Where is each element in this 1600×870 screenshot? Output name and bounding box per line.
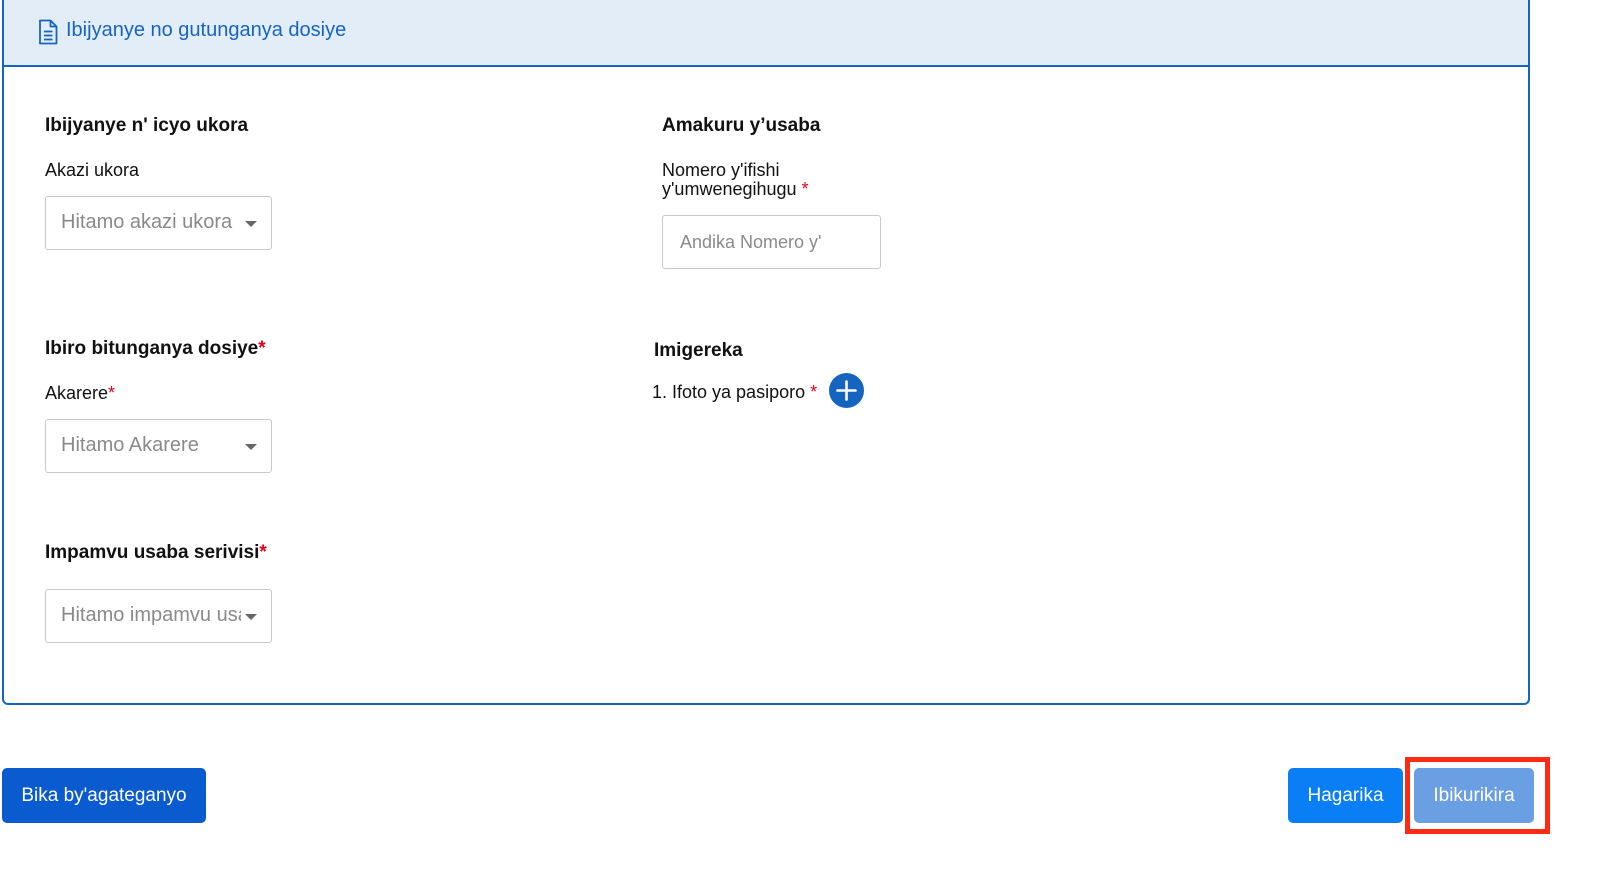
cancel-button[interactable]: Hagarika	[1288, 768, 1403, 823]
reason-select[interactable]: Hitamo impamvu usaba serivisi	[45, 589, 272, 643]
card-header: Ibijyanye no gutunganya dosiye	[4, 0, 1528, 67]
required-marker: *	[801, 179, 809, 199]
reason-select-placeholder: Hitamo impamvu usaba serivisi	[61, 604, 241, 626]
district-select-placeholder: Hitamo Akarere	[61, 434, 199, 456]
job-select[interactable]: Hitamo akazi ukora	[45, 196, 272, 250]
save-draft-button[interactable]: Bika by'agateganyo	[2, 768, 206, 823]
attachments-section-title: Imigereka	[654, 340, 743, 361]
office-section-title: Ibiro bitunganya dosiye*	[45, 338, 266, 360]
attachment-item-label: 1. Ifoto ya pasiporo	[652, 382, 806, 402]
required-marker: *	[259, 542, 267, 563]
job-select-placeholder: Hitamo akazi ukora	[61, 211, 233, 233]
national-id-input[interactable]	[662, 215, 881, 269]
district-label: Akarere*	[45, 384, 115, 403]
national-id-label: Nomero y'ifishi y'umwenegihugu *	[662, 161, 809, 199]
required-marker: *	[258, 338, 266, 359]
attachment-item-passport-photo: 1. Ifoto ya pasiporo *	[652, 382, 817, 403]
required-marker: *	[810, 382, 818, 402]
card-title: Ibijyanye no gutunganya dosiye	[66, 19, 347, 41]
district-label-text: Akarere	[45, 383, 109, 403]
national-id-label-line1: Nomero y'ifishi	[662, 160, 780, 180]
job-label: Akazi ukora	[45, 160, 140, 180]
applicant-section-title: Amakuru y’usaba	[662, 115, 821, 136]
document-icon	[39, 19, 58, 45]
add-attachment-button[interactable]	[829, 373, 864, 408]
reason-section-title-text: Impamvu usaba serivisi	[45, 542, 260, 563]
chevron-down-icon	[245, 221, 257, 227]
chevron-down-icon	[245, 444, 257, 450]
district-select[interactable]: Hitamo Akarere	[45, 419, 272, 473]
chevron-down-icon	[245, 614, 257, 620]
national-id-label-line2: y'umwenegihugu	[662, 179, 797, 199]
job-section-title: Ibijyanye n' icyo ukora	[45, 115, 249, 136]
plus-icon	[836, 380, 857, 401]
next-button[interactable]: Ibikurikira	[1414, 768, 1534, 823]
required-marker: *	[108, 383, 116, 403]
office-section-title-text: Ibiro bitunganya dosiye	[45, 338, 259, 359]
reason-section-title: Impamvu usaba serivisi*	[45, 542, 267, 564]
application-form-card: Ibijyanye no gutunganya dosiye Ibijyanye…	[2, 0, 1530, 705]
